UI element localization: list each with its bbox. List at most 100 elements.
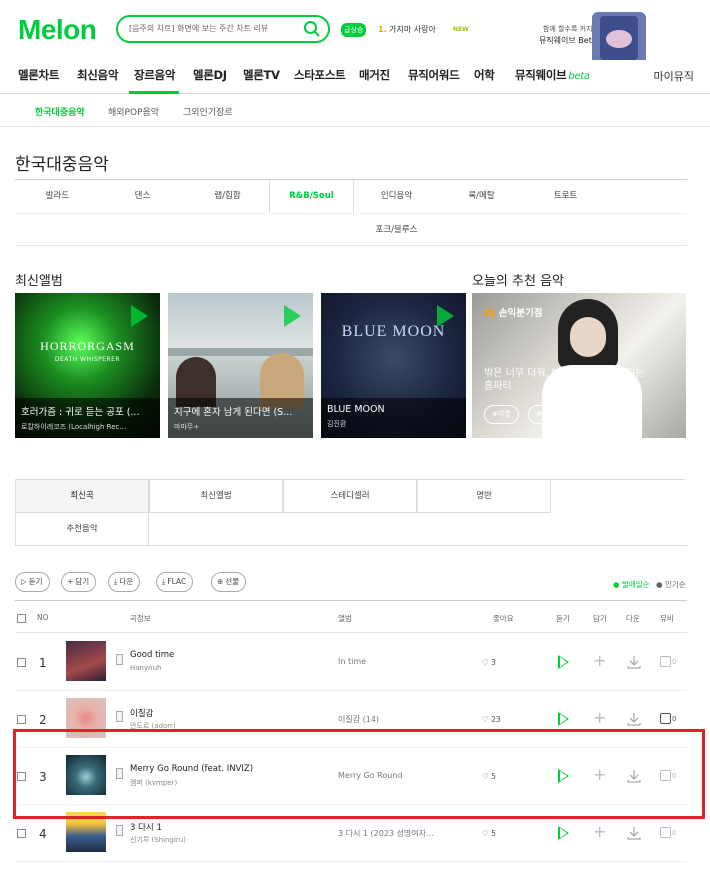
nav-my-music[interactable]: 마이뮤직	[654, 68, 694, 84]
genre-hiphop[interactable]: 랩/힙합	[185, 180, 270, 213]
tab-recommended[interactable]: 추천음악	[15, 512, 149, 546]
genre-trot[interactable]: 트로트	[523, 180, 608, 213]
download-icon[interactable]	[626, 654, 642, 670]
nav-melon-chart[interactable]: 멜론차트	[18, 67, 59, 83]
add-icon[interactable]: +	[593, 767, 606, 783]
melon-logo[interactable]: Melon	[18, 14, 97, 46]
like-button[interactable]: ♡ 23	[482, 715, 501, 724]
row-checkbox[interactable]	[17, 715, 26, 724]
download-icon[interactable]	[626, 711, 642, 727]
play-icon[interactable]	[284, 305, 301, 327]
beta-tag: beta	[568, 71, 590, 82]
song-info-icon[interactable]	[116, 711, 123, 722]
song-info-icon[interactable]	[116, 768, 123, 779]
album-card[interactable]: BLUE MOON BLUE MOON 김진환	[321, 293, 466, 438]
song-info-icon[interactable]	[116, 654, 123, 665]
table-row[interactable]: 4 3 다시 1 신기루 (Shingiru) 3 다시 1 (2023 성명여…	[15, 805, 687, 862]
subnav-kpop[interactable]: 한국대중음악	[35, 105, 85, 118]
flac-button[interactable]: ⤓ FLAC	[156, 572, 194, 592]
mv-icon[interactable]	[660, 713, 671, 724]
nav-starpost[interactable]: 스타포스트	[294, 67, 346, 83]
like-button[interactable]: ♡ 5	[482, 772, 496, 781]
genre-folk[interactable]: 포크/블루스	[354, 214, 439, 247]
song-artist[interactable]: 켐퍼 (kvmper)	[130, 778, 177, 788]
nav-music-award[interactable]: 뮤직어워드	[408, 67, 460, 83]
nav-genre-music[interactable]: 장르음악	[134, 67, 175, 83]
play-icon[interactable]	[558, 655, 569, 669]
dj-chip-summer[interactable]: #여름	[484, 405, 519, 424]
table-row[interactable]: 2 이질감 안도르 (adorr) 이질감 (14) ♡ 23 + 0	[15, 691, 687, 748]
sort-by-popularity[interactable]: ● 인기순	[656, 579, 686, 590]
nav-musicwave[interactable]: 뮤직웨이브 beta	[515, 67, 590, 83]
genre-dance[interactable]: 댄스	[100, 180, 185, 213]
song-album[interactable]: Merry Go Round	[338, 771, 458, 780]
col-no: NO	[37, 613, 49, 622]
nav-melon-dj[interactable]: 멜론DJ	[193, 67, 227, 83]
dj-recommend-card[interactable]: DJ 손익분기점 밖은 너무 더워, 나 홀로 집에서 즐기는 홈파티 #여름 …	[472, 293, 686, 438]
search-input[interactable]: [음주의 차트] 화면에 보는 주간 차트 리뷰	[116, 15, 330, 43]
download-icon[interactable]	[626, 825, 642, 841]
search-icon[interactable]	[303, 20, 321, 38]
tab-masterpiece[interactable]: 명반	[417, 479, 551, 513]
like-button[interactable]: ♡ 3	[482, 658, 496, 667]
like-button[interactable]: ♡ 5	[482, 829, 496, 838]
song-title[interactable]: Good time	[130, 650, 174, 660]
song-album[interactable]: In time	[338, 657, 458, 666]
song-title[interactable]: Merry Go Round (feat. INVIZ)	[130, 764, 253, 774]
genre-rnb[interactable]: R&B/Soul	[269, 180, 354, 214]
play-icon[interactable]	[558, 712, 569, 726]
download-button[interactable]: ⤓ 다운	[108, 572, 141, 592]
tab-latest-albums[interactable]: 최신앨범	[149, 479, 283, 513]
song-title[interactable]: 이질감	[130, 707, 153, 719]
nav-magazine[interactable]: 매거진	[359, 67, 390, 83]
select-all-checkbox[interactable]	[17, 614, 26, 623]
song-artist[interactable]: 안도르 (adorr)	[130, 721, 176, 731]
add-icon[interactable]: +	[593, 710, 606, 726]
subnav-other-genres[interactable]: 그외인기장르	[183, 105, 233, 118]
plus-icon: +	[67, 577, 74, 586]
play-icon[interactable]	[131, 305, 148, 327]
play-icon[interactable]	[558, 826, 569, 840]
trending-keyword[interactable]: 1. 가지마 사랑아	[378, 24, 436, 35]
table-row[interactable]: 1 Good time Hanynuh In time ♡ 3 + 0	[15, 634, 687, 691]
table-header: NO 곡정보 앨범 좋아요 듣기 담기 다운 뮤비	[15, 600, 687, 633]
song-album[interactable]: 3 다시 1 (2023 성명여자...	[338, 828, 458, 839]
mv-icon[interactable]	[660, 770, 671, 781]
row-checkbox[interactable]	[17, 772, 26, 781]
album-art[interactable]	[66, 641, 106, 681]
album-card[interactable]: HORRORGASM DEATH WHISPERER 호러가즘 : 귀로 듣는 …	[15, 293, 160, 438]
song-title[interactable]: 3 다시 1	[130, 821, 162, 833]
genre-ballad[interactable]: 발라드	[15, 180, 100, 213]
download-icon[interactable]	[626, 768, 642, 784]
mv-icon[interactable]	[660, 827, 671, 838]
sort-by-date[interactable]: ● 발매일순	[613, 579, 650, 590]
play-icon[interactable]	[558, 769, 569, 783]
add-button[interactable]: + 담기	[61, 572, 97, 592]
song-artist[interactable]: Hanynuh	[130, 664, 161, 672]
mv-icon[interactable]	[660, 656, 671, 667]
song-info-icon[interactable]	[116, 825, 123, 836]
row-checkbox[interactable]	[17, 658, 26, 667]
song-album[interactable]: 이질감 (14)	[338, 714, 458, 725]
genre-rock[interactable]: 록/메탈	[439, 180, 524, 213]
album-art[interactable]	[66, 698, 106, 738]
play-all-button[interactable]: ▷ 듣기	[15, 572, 50, 592]
add-icon[interactable]: +	[593, 653, 606, 669]
album-card[interactable]: 지구에 혼자 남게 된다면 (S... 마마무+	[168, 293, 313, 438]
table-row[interactable]: 3 Merry Go Round (feat. INVIZ) 켐퍼 (kvmpe…	[15, 748, 687, 805]
genre-indie[interactable]: 인디음악	[354, 180, 439, 213]
add-icon[interactable]: +	[593, 824, 606, 840]
tab-latest-songs[interactable]: 최신곡	[15, 479, 149, 513]
tab-steady-seller[interactable]: 스테디셀러	[283, 479, 417, 513]
song-artist[interactable]: 신기루 (Shingiru)	[130, 835, 186, 845]
row-checkbox[interactable]	[17, 829, 26, 838]
nav-language[interactable]: 어학	[474, 67, 495, 83]
play-icon[interactable]	[437, 305, 454, 327]
gift-button[interactable]: ⊕ 선물	[211, 572, 247, 592]
nav-melon-tv[interactable]: 멜론TV	[243, 67, 280, 83]
dj-chip-homeparty[interactable]: #홈파티	[528, 405, 570, 424]
nav-latest-music[interactable]: 최신음악	[77, 67, 118, 83]
album-art[interactable]	[66, 812, 106, 852]
subnav-pop[interactable]: 해외POP음악	[108, 105, 159, 118]
album-art[interactable]	[66, 755, 106, 795]
